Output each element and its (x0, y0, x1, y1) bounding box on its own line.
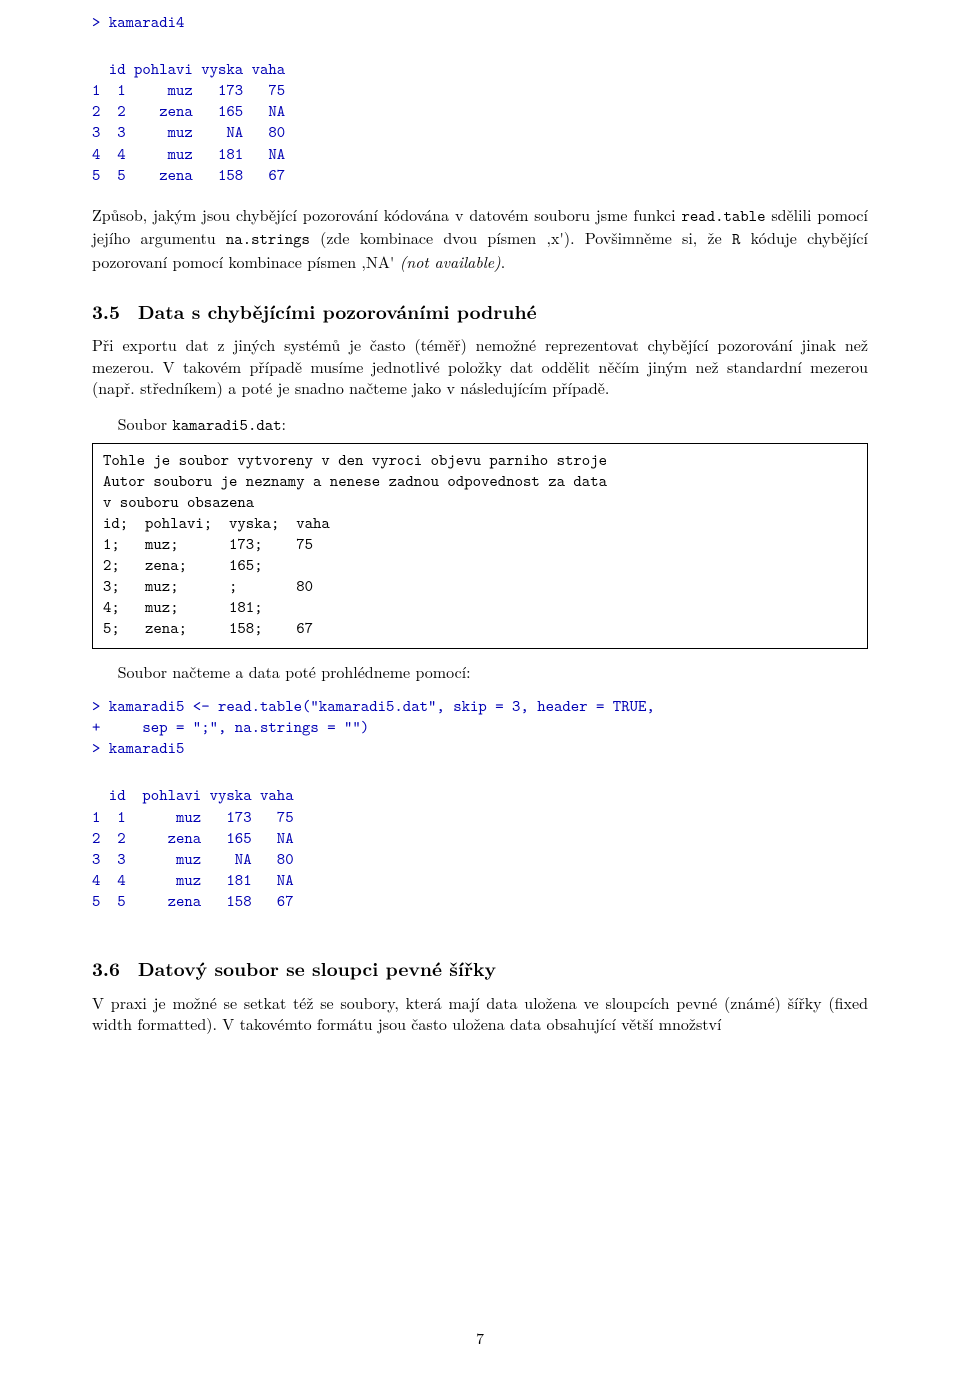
paragraph-fixed-width: V praxi je možné se setkat též se soubor… (92, 992, 868, 1035)
r-output-table2: id pohlavi vyska vaha 1 1 muz 173 75 2 2… (92, 785, 868, 912)
section-number: 3.5 (92, 299, 120, 325)
section-title: Datový soubor se sloupci pevné šířky (138, 954, 496, 982)
file-label-kamaradi5: Soubor kamaradi5.dat: (92, 413, 868, 437)
file-content-kamaradi5: Tohle je soubor vytvoreny v den vyroci o… (103, 450, 857, 640)
code-inline: na.strings (226, 229, 310, 250)
text: (zde kombinace dvou písmen ‚x'). Povšimn… (310, 226, 732, 249)
section-number: 3.6 (92, 956, 120, 982)
text: . (501, 250, 505, 273)
paragraph-export-missing: Při exportu dat z jiných systémů je čast… (92, 334, 868, 399)
text: Způsob, jakým jsou chybějící pozorování … (92, 203, 681, 226)
code-inline: kamaradi5.dat (172, 415, 281, 436)
italic-text: (not available) (400, 250, 501, 273)
section-title: Data s chybějícími pozorováními podruhé (138, 297, 537, 325)
paragraph-read-inspect: Soubor načteme a data poté prohlédneme p… (92, 661, 868, 683)
text: Soubor (118, 412, 173, 435)
text: : (282, 412, 286, 435)
paragraph-read-table-nastrings: Způsob, jakým jsou chybějící pozorování … (92, 204, 868, 273)
r-input-kamaradi4: > kamaradi4 (92, 12, 868, 33)
page: > kamaradi4 id pohlavi vyska vaha 1 1 mu… (0, 0, 960, 1379)
file-content-box: Tohle je soubor vytvoreny v den vyroci o… (92, 443, 868, 649)
section-heading-3-5: 3.5 Data s chybějícími pozorováními podru… (92, 299, 868, 325)
r-input-read-kamaradi5: > kamaradi5 <- read.table("kamaradi5.dat… (92, 696, 868, 759)
page-number: 7 (0, 1327, 960, 1349)
section-heading-3-6: 3.6 Datový soubor se sloupci pevné šířky (92, 956, 868, 982)
r-output-table1: id pohlavi vyska vaha 1 1 muz 173 75 2 2… (92, 59, 868, 186)
code-inline: read.table (681, 206, 765, 227)
